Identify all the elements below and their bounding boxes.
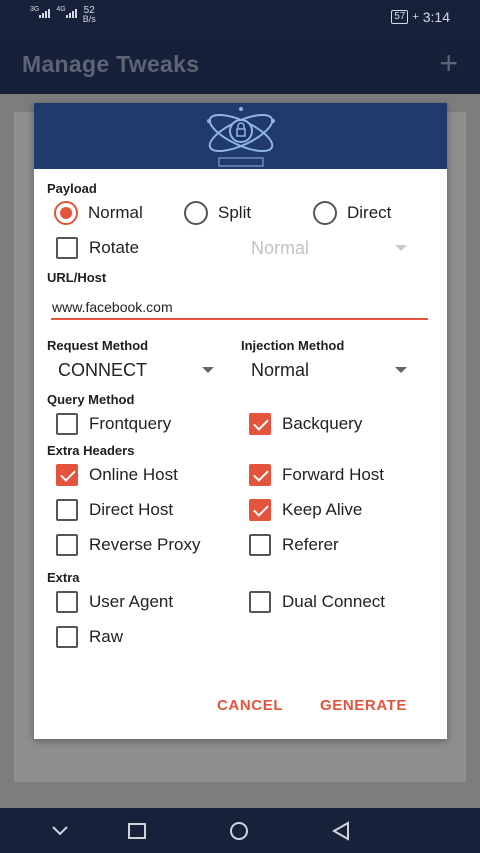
injection-method-label: Injection Method bbox=[241, 338, 345, 353]
rotate-mode-dropdown: Normal bbox=[251, 237, 411, 259]
injection-method-value: Normal bbox=[251, 359, 310, 380]
signal-icon bbox=[39, 6, 51, 18]
referer-checkbox[interactable]: Referer bbox=[249, 534, 339, 556]
dialog-header bbox=[34, 103, 447, 169]
app-bar: Manage Tweaks + bbox=[0, 36, 480, 94]
payload-option-direct[interactable]: Direct bbox=[313, 201, 391, 225]
checkbox-checked-icon[interactable] bbox=[56, 464, 78, 486]
dropdown-arrow-icon bbox=[395, 245, 407, 251]
checkbox-checked-icon[interactable] bbox=[249, 413, 271, 435]
checkbox-label: Forward Host bbox=[282, 465, 385, 484]
user-agent-checkbox[interactable]: User Agent bbox=[56, 591, 173, 613]
checkbox-label: Backquery bbox=[282, 414, 363, 433]
plus-icon[interactable]: + bbox=[439, 47, 458, 79]
checkbox-label: Keep Alive bbox=[282, 500, 363, 519]
app-title: Manage Tweaks bbox=[22, 51, 200, 77]
dropdown-arrow-icon bbox=[395, 367, 407, 373]
payload-option-label: Direct bbox=[347, 203, 392, 222]
url-host-label: URL/Host bbox=[47, 270, 107, 285]
extra-label: Extra bbox=[47, 570, 80, 585]
checkbox-label: Referer bbox=[282, 535, 339, 554]
cancel-button[interactable]: CANCEL bbox=[217, 697, 283, 714]
rotate-label: Rotate bbox=[89, 238, 140, 257]
status-bar: 3G 4G 52 B/s 57 + 3:14 bbox=[0, 0, 480, 36]
network-speed: 52 B/s bbox=[83, 6, 96, 24]
sim2-signal: 4G bbox=[56, 6, 77, 18]
sim1-signal: 3G bbox=[30, 6, 51, 18]
checkbox-unchecked-icon[interactable] bbox=[56, 591, 78, 613]
clock: 3:14 bbox=[422, 9, 450, 25]
payload-option-normal[interactable]: Normal bbox=[54, 201, 143, 225]
checkbox-unchecked-icon[interactable] bbox=[56, 534, 78, 556]
extra-headers-label: Extra Headers bbox=[47, 443, 135, 458]
charging-icon: + bbox=[412, 11, 419, 23]
navigation-bar bbox=[0, 808, 480, 853]
keep-alive-checkbox[interactable]: Keep Alive bbox=[249, 499, 362, 521]
signal-icon bbox=[65, 6, 77, 18]
request-method-label: Request Method bbox=[47, 338, 149, 353]
radio-unchecked-icon[interactable] bbox=[184, 201, 208, 225]
checkbox-label: Raw bbox=[89, 627, 124, 646]
status-right: 57 + 3:14 bbox=[391, 9, 450, 25]
checkbox-unchecked-icon[interactable] bbox=[56, 237, 78, 259]
status-left: 3G 4G 52 B/s bbox=[30, 6, 96, 24]
query-method-label: Query Method bbox=[47, 392, 135, 407]
url-host-input[interactable] bbox=[51, 296, 428, 320]
battery-icon: 57 bbox=[391, 10, 409, 24]
backquery-checkbox[interactable]: Backquery bbox=[249, 413, 362, 435]
checkbox-unchecked-icon[interactable] bbox=[249, 591, 271, 613]
payload-label: Payload bbox=[47, 181, 97, 196]
chevron-down-icon[interactable] bbox=[50, 823, 70, 837]
injection-method-dropdown[interactable]: Normal bbox=[251, 359, 411, 381]
request-method-dropdown[interactable]: CONNECT bbox=[58, 359, 218, 381]
checkbox-unchecked-icon[interactable] bbox=[56, 499, 78, 521]
checkbox-unchecked-icon[interactable] bbox=[56, 626, 78, 648]
payload-option-label: Split bbox=[218, 203, 252, 222]
checkbox-label: Reverse Proxy bbox=[89, 535, 201, 554]
raw-checkbox[interactable]: Raw bbox=[56, 626, 123, 648]
generate-button[interactable]: GENERATE bbox=[320, 697, 407, 714]
direct-host-checkbox[interactable]: Direct Host bbox=[56, 499, 173, 521]
back-triangle-icon[interactable] bbox=[331, 821, 351, 841]
sim2-label: 4G bbox=[56, 6, 66, 13]
checkbox-unchecked-icon[interactable] bbox=[249, 534, 271, 556]
app-logo-icon bbox=[207, 107, 275, 167]
checkbox-unchecked-icon[interactable] bbox=[56, 413, 78, 435]
radio-unchecked-icon[interactable] bbox=[313, 201, 337, 225]
checkbox-label: User Agent bbox=[89, 592, 174, 611]
rotate-mode-value: Normal bbox=[251, 237, 310, 258]
dual-connect-checkbox[interactable]: Dual Connect bbox=[249, 591, 385, 613]
dropdown-arrow-icon bbox=[202, 367, 214, 373]
checkbox-label: Dual Connect bbox=[282, 592, 386, 611]
checkbox-checked-icon[interactable] bbox=[249, 499, 271, 521]
reverse-proxy-checkbox[interactable]: Reverse Proxy bbox=[56, 534, 200, 556]
speed-unit: B/s bbox=[82, 14, 96, 24]
request-method-value: CONNECT bbox=[58, 359, 147, 380]
home-circle-icon[interactable] bbox=[228, 821, 250, 841]
checkbox-label: Online Host bbox=[89, 465, 178, 484]
online-host-checkbox[interactable]: Online Host bbox=[56, 464, 178, 486]
generate-tweak-dialog: Payload Normal Split Direct Rotate Norma… bbox=[34, 103, 447, 739]
checkbox-label: Direct Host bbox=[89, 500, 174, 519]
recents-square-icon[interactable] bbox=[127, 822, 147, 840]
forward-host-checkbox[interactable]: Forward Host bbox=[249, 464, 384, 486]
checkbox-checked-icon[interactable] bbox=[249, 464, 271, 486]
radio-checked-icon[interactable] bbox=[54, 201, 78, 225]
rotate-checkbox[interactable]: Rotate bbox=[56, 237, 139, 259]
checkbox-label: Frontquery bbox=[89, 414, 172, 433]
payload-option-split[interactable]: Split bbox=[184, 201, 251, 225]
frontquery-checkbox[interactable]: Frontquery bbox=[56, 413, 171, 435]
payload-option-label: Normal bbox=[88, 203, 143, 222]
sim1-label: 3G bbox=[30, 6, 40, 13]
